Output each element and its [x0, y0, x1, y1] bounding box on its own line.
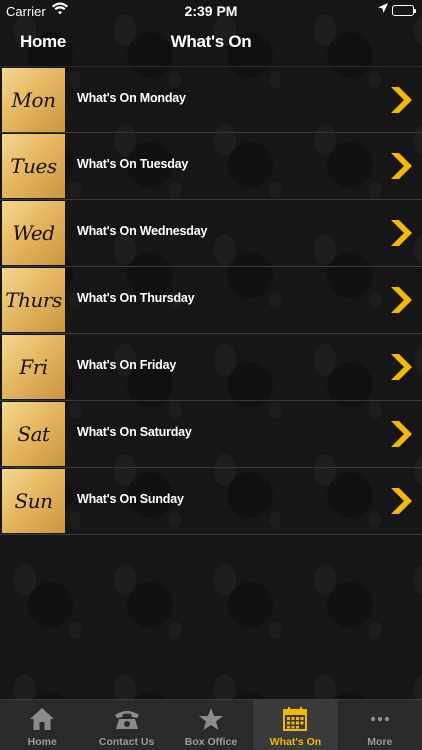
day-tile: Sun — [2, 469, 65, 533]
day-list: Mon What's On Monday Tues What's On Tues… — [0, 66, 422, 535]
day-tile: Mon — [2, 68, 65, 132]
day-tile: Sat — [2, 402, 65, 466]
tab-label: Home — [27, 736, 57, 748]
day-row-friday[interactable]: Fri What's On Friday — [0, 334, 422, 401]
clock: 2:39 PM — [184, 3, 238, 19]
tab-label: Contact Us — [98, 736, 155, 748]
more-icon — [369, 707, 391, 731]
day-row-label: What's On Thursday — [77, 291, 195, 305]
day-row-label: What's On Wednesday — [77, 224, 208, 238]
tab-label: More — [367, 736, 393, 748]
day-tile-text: Sun — [14, 489, 53, 513]
day-tile-text: Wed — [12, 221, 55, 245]
chevron-right-icon — [391, 488, 412, 514]
tab-whats-on[interactable]: What's On — [253, 700, 338, 750]
day-row-label: What's On Tuesday — [77, 157, 189, 171]
battery-icon — [392, 5, 416, 16]
star-icon — [198, 707, 224, 731]
day-row-tuesday[interactable]: Tues What's On Tuesday — [0, 133, 422, 200]
tab-box-office[interactable]: Box Office — [169, 700, 253, 750]
day-row-saturday[interactable]: Sat What's On Saturday — [0, 401, 422, 468]
day-row-label: What's On Friday — [77, 358, 177, 372]
day-tile-text: Thurs — [5, 288, 62, 312]
chevron-right-icon — [391, 87, 412, 113]
day-tile-text: Fri — [19, 355, 48, 379]
tab-home[interactable]: Home — [0, 700, 84, 750]
day-tile-text: Sat — [17, 422, 50, 446]
calendar-icon — [282, 707, 308, 731]
tab-label: Box Office — [184, 736, 238, 748]
chevron-right-icon — [391, 354, 412, 380]
status-bar: Carrier 2:39 PM — [0, 0, 422, 22]
day-tile: Fri — [2, 335, 65, 399]
chevron-right-icon — [391, 153, 412, 179]
chevron-right-icon — [391, 220, 412, 246]
tab-label: What's On — [269, 736, 322, 748]
chevron-right-icon — [391, 287, 412, 313]
day-row-thursday[interactable]: Thurs What's On Thursday — [0, 267, 422, 334]
tab-bar: Home Contact Us Box Office What's On Mor… — [0, 699, 422, 750]
day-tile-text: Tues — [10, 154, 57, 178]
phone-icon — [113, 707, 141, 731]
day-tile-text: Mon — [11, 88, 56, 112]
day-tile: Wed — [2, 201, 65, 265]
tab-more[interactable]: More — [338, 700, 422, 750]
day-row-wednesday[interactable]: Wed What's On Wednesday — [0, 200, 422, 267]
location-arrow-icon — [378, 3, 388, 16]
day-row-monday[interactable]: Mon What's On Monday — [0, 66, 422, 133]
home-icon — [29, 707, 55, 731]
page-title: What's On — [170, 32, 252, 51]
day-row-label: What's On Sunday — [77, 492, 184, 506]
day-row-sunday[interactable]: Sun What's On Sunday — [0, 468, 422, 535]
day-tile: Tues — [2, 134, 65, 198]
day-row-label: What's On Saturday — [77, 425, 192, 439]
tab-contact-us[interactable]: Contact Us — [84, 700, 168, 750]
day-row-label: What's On Monday — [77, 91, 186, 105]
day-tile: Thurs — [2, 268, 65, 332]
nav-bar: Home What's On — [0, 22, 422, 66]
chevron-right-icon — [391, 421, 412, 447]
